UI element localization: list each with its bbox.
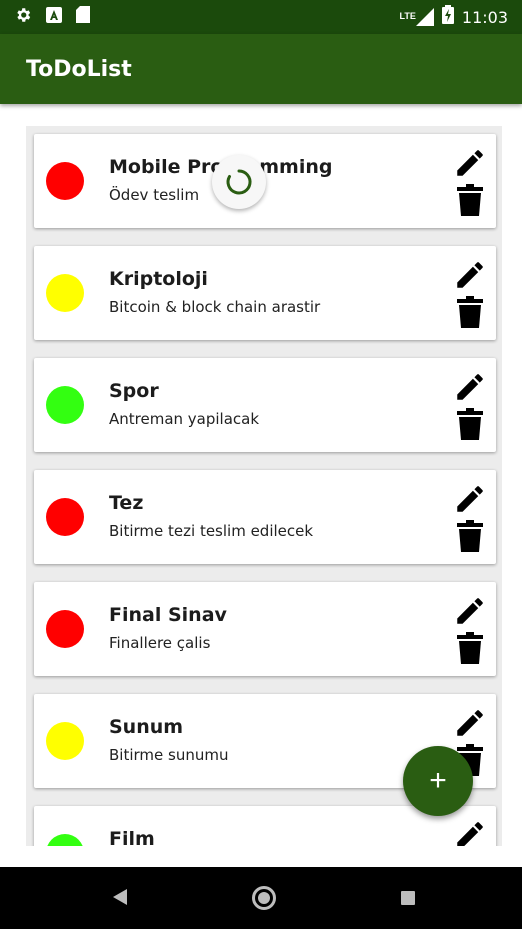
edit-icon[interactable] bbox=[453, 258, 487, 292]
priority-indicator bbox=[46, 274, 84, 312]
task-title: Final Sinav bbox=[109, 604, 227, 626]
edit-icon[interactable] bbox=[453, 146, 487, 180]
delete-icon[interactable] bbox=[457, 632, 483, 664]
task-card[interactable]: Kriptoloji Bitcoin & block chain arastir bbox=[34, 246, 496, 340]
app-bar: ToDoList bbox=[0, 34, 522, 104]
priority-indicator bbox=[46, 834, 84, 846]
delete-icon[interactable] bbox=[457, 408, 483, 440]
priority-indicator bbox=[46, 722, 84, 760]
task-card[interactable]: Spor Antreman yapilacak bbox=[34, 358, 496, 452]
loading-spinner bbox=[212, 155, 266, 209]
plus-icon: + bbox=[429, 764, 447, 797]
task-title: Tez bbox=[109, 492, 144, 514]
a-notification-icon bbox=[46, 6, 62, 28]
sd-card-icon bbox=[76, 6, 90, 28]
task-card[interactable]: Tez Bitirme tezi teslim edilecek bbox=[34, 470, 496, 564]
recent-apps-icon[interactable] bbox=[401, 891, 415, 905]
priority-indicator bbox=[46, 610, 84, 648]
priority-indicator bbox=[46, 162, 84, 200]
content-area: Mobile Programming Ödev teslim Kriptoloj… bbox=[0, 104, 522, 867]
task-subtitle: Bitirme sunumu bbox=[109, 746, 229, 764]
edit-icon[interactable] bbox=[453, 818, 487, 846]
system-nav-bar bbox=[0, 867, 522, 929]
task-title: Film bbox=[109, 828, 155, 846]
loading-spinner-icon bbox=[226, 169, 252, 195]
app-title: ToDoList bbox=[26, 56, 132, 82]
task-card[interactable]: Final Sinav Finallere çalis bbox=[34, 582, 496, 676]
delete-icon[interactable] bbox=[457, 184, 483, 216]
delete-icon[interactable] bbox=[457, 296, 483, 328]
back-icon[interactable] bbox=[113, 889, 127, 910]
edit-icon[interactable] bbox=[453, 706, 487, 740]
status-bar: LTE 11:03 bbox=[0, 0, 522, 34]
edit-icon[interactable] bbox=[453, 370, 487, 404]
settings-icon bbox=[14, 6, 32, 29]
home-icon[interactable] bbox=[252, 886, 276, 910]
task-title: Kriptoloji bbox=[109, 268, 208, 290]
priority-indicator bbox=[46, 386, 84, 424]
task-subtitle: Antreman yapilacak bbox=[109, 410, 260, 428]
status-time: 11:03 bbox=[461, 7, 508, 27]
signal-icon: LTE bbox=[400, 8, 434, 26]
delete-icon[interactable] bbox=[457, 520, 483, 552]
edit-icon[interactable] bbox=[453, 482, 487, 516]
task-subtitle: Ödev teslim bbox=[109, 186, 200, 204]
task-subtitle: Bitirme tezi teslim edilecek bbox=[109, 522, 314, 540]
edit-icon[interactable] bbox=[453, 594, 487, 628]
priority-indicator bbox=[46, 498, 84, 536]
network-label: LTE bbox=[399, 11, 416, 21]
task-title: Sunum bbox=[109, 716, 184, 738]
task-subtitle: Finallere çalis bbox=[109, 634, 211, 652]
task-subtitle: Bitcoin & block chain arastir bbox=[109, 298, 321, 316]
battery-charging-icon bbox=[441, 5, 454, 29]
task-list[interactable]: Mobile Programming Ödev teslim Kriptoloj… bbox=[26, 126, 502, 846]
task-title: Spor bbox=[109, 380, 159, 402]
add-task-button[interactable]: + bbox=[403, 746, 473, 816]
